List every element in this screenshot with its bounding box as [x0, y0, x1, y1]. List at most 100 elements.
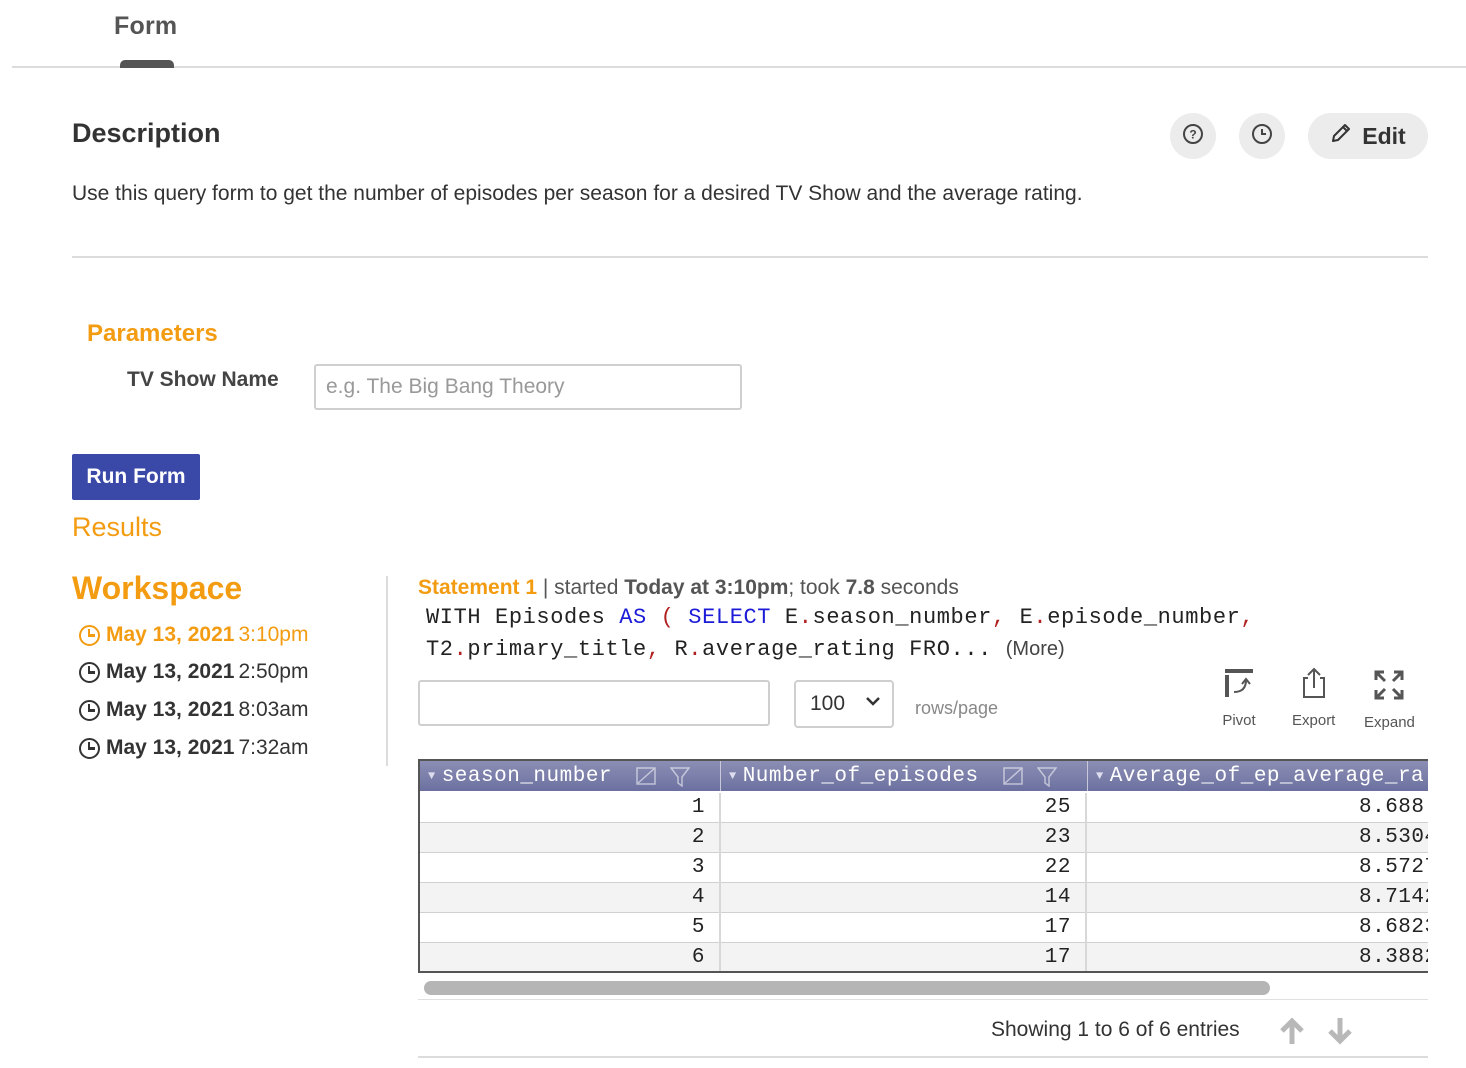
clock-icon [79, 737, 100, 759]
edit-button[interactable]: Edit [1308, 113, 1428, 159]
help-circle-icon: ? [1182, 123, 1204, 150]
sql-token: SELECT [688, 605, 772, 630]
run-time: 7:32am [238, 736, 309, 759]
column-header-label: season_number [441, 764, 613, 788]
clock-icon [79, 699, 100, 721]
divider [418, 1056, 1428, 1058]
sql-token: . [688, 637, 703, 662]
table-cell[interactable]: 8.5727 [1087, 853, 1428, 883]
active-tab-indicator [120, 60, 174, 68]
sql-token: . [453, 637, 468, 662]
workspace-run-item[interactable]: May 13, 2021 3:10pm [79, 623, 308, 647]
help-button[interactable]: ? [1170, 113, 1216, 159]
results-title: Results [72, 512, 163, 542]
export-label: Export [1292, 712, 1336, 729]
table-cell[interactable]: 17 [721, 913, 1087, 943]
statement-header: Statement 1 | started Today at 3:10pm; t… [418, 576, 959, 600]
sql-token: ( [660, 605, 675, 630]
column-header[interactable]: ▼ Average_of_ep_average_ra [1088, 761, 1428, 791]
column-header[interactable]: ▼ Number_of_episodes [721, 761, 1088, 791]
table-cell[interactable]: 4 [420, 883, 721, 913]
sql-token: WITH Episodes [426, 605, 620, 630]
table-cell[interactable]: 8.3882 [1087, 943, 1428, 971]
run-form-button[interactable]: Run Form [72, 454, 200, 500]
table-cell[interactable]: 25 [721, 793, 1087, 823]
expand-label: Expand [1364, 714, 1415, 731]
sort-icon: ▼ [428, 769, 436, 783]
arrow-down-icon[interactable] [1325, 1016, 1355, 1046]
horizontal-scrollbar[interactable] [418, 976, 1428, 1000]
run-date: May 13, 2021 [106, 698, 235, 721]
table-cell[interactable]: 8.7142 [1087, 883, 1428, 913]
table-cell[interactable]: 6 [420, 943, 721, 971]
table-cell[interactable]: 17 [721, 943, 1087, 971]
run-time: 8:03am [238, 698, 309, 721]
filter-icon [669, 767, 691, 791]
statement-took-prefix: ; took [788, 576, 846, 599]
pivot-label: Pivot [1222, 712, 1256, 729]
table-row: 1 25 8.688 [420, 793, 1428, 823]
table-cell[interactable]: 8.6823 [1087, 913, 1428, 943]
divider [72, 256, 1428, 258]
run-date: May 13, 2021 [106, 623, 235, 646]
table-cell[interactable]: 3 [420, 853, 721, 883]
pivot-button[interactable]: Pivot [1222, 666, 1256, 729]
sql-token: primary_title [467, 637, 647, 662]
tv-show-name-label: TV Show Name [127, 368, 279, 391]
sort-icon: ▼ [729, 769, 737, 783]
workspace-run-item[interactable]: May 13, 2021 2:50pm [79, 660, 308, 684]
scrollbar-thumb[interactable] [424, 981, 1270, 995]
tab-bar: Form [12, 0, 1466, 68]
history-button[interactable] [1239, 113, 1285, 159]
results-grid: ▼ season_number ▼ Number_of_episodes ▼ A… [418, 759, 1428, 973]
sql-token: E [1005, 605, 1034, 630]
table-cell[interactable]: 14 [721, 883, 1087, 913]
tv-show-name-input[interactable] [314, 364, 742, 410]
sql-token: R [660, 637, 689, 662]
column-header-label: Number_of_episodes [742, 764, 979, 788]
column-header-label: Average_of_ep_average_ra [1109, 764, 1425, 788]
entries-count: Showing 1 to 6 of 6 entries [991, 1018, 1240, 1041]
tab-form[interactable]: Form [114, 12, 177, 41]
table-search-input[interactable] [418, 680, 770, 726]
svg-text:?: ? [1189, 127, 1196, 141]
chevron-down-icon [864, 692, 882, 716]
edit-label: Edit [1362, 122, 1406, 149]
sql-code-line: WITH Episodes AS ( SELECT E.season_numbe… [426, 605, 1254, 630]
table-cell[interactable]: 1 [420, 793, 721, 823]
sql-token: episode_number [1047, 605, 1241, 630]
table-cell[interactable]: 22 [721, 853, 1087, 883]
table-cell[interactable]: 5 [420, 913, 721, 943]
table-row: 2 23 8.5304 [420, 823, 1428, 853]
description-text: Use this query form to get the number of… [72, 182, 1083, 205]
column-header[interactable]: ▼ season_number [420, 761, 721, 791]
export-button[interactable]: Export [1292, 666, 1335, 729]
workspace-separator [386, 576, 388, 766]
more-link[interactable]: (More) [1006, 638, 1065, 660]
run-date: May 13, 2021 [106, 660, 235, 683]
run-time: 2:50pm [238, 660, 309, 683]
clock-icon [79, 624, 100, 646]
grid-header: ▼ season_number ▼ Number_of_episodes ▼ A… [420, 761, 1428, 791]
workspace-run-item[interactable]: May 13, 2021 7:32am [79, 736, 308, 760]
column-header-icons [636, 767, 691, 791]
table-cell[interactable]: 2 [420, 823, 721, 853]
rows-per-page-label: rows/page [915, 698, 999, 718]
workspace-run-item[interactable]: May 13, 2021 8:03am [79, 698, 308, 722]
table-cell[interactable]: 8.5304 [1087, 823, 1428, 853]
sql-code-line: T2.primary_title, R.average_rating FRO..… [426, 637, 1065, 662]
parameters-title: Parameters [87, 320, 218, 347]
table-row: 3 22 8.5727 [420, 853, 1428, 883]
sql-token: season_number [812, 605, 992, 630]
rows-per-page-select[interactable]: 100 [794, 680, 894, 728]
table-row: 5 17 8.6823 [420, 913, 1428, 943]
expand-button[interactable]: Expand [1364, 666, 1415, 731]
table-cell[interactable]: 23 [721, 823, 1087, 853]
arrow-up-icon[interactable] [1277, 1016, 1307, 1046]
run-date: May 13, 2021 [106, 736, 235, 759]
table-cell[interactable]: 8.688 [1087, 793, 1428, 823]
statement-started: Today at 3:10pm [624, 576, 789, 599]
grid-body: 1 25 8.688 2 23 8.5304 3 22 8.5727 4 14 … [420, 793, 1428, 971]
sql-token: E [771, 605, 799, 630]
